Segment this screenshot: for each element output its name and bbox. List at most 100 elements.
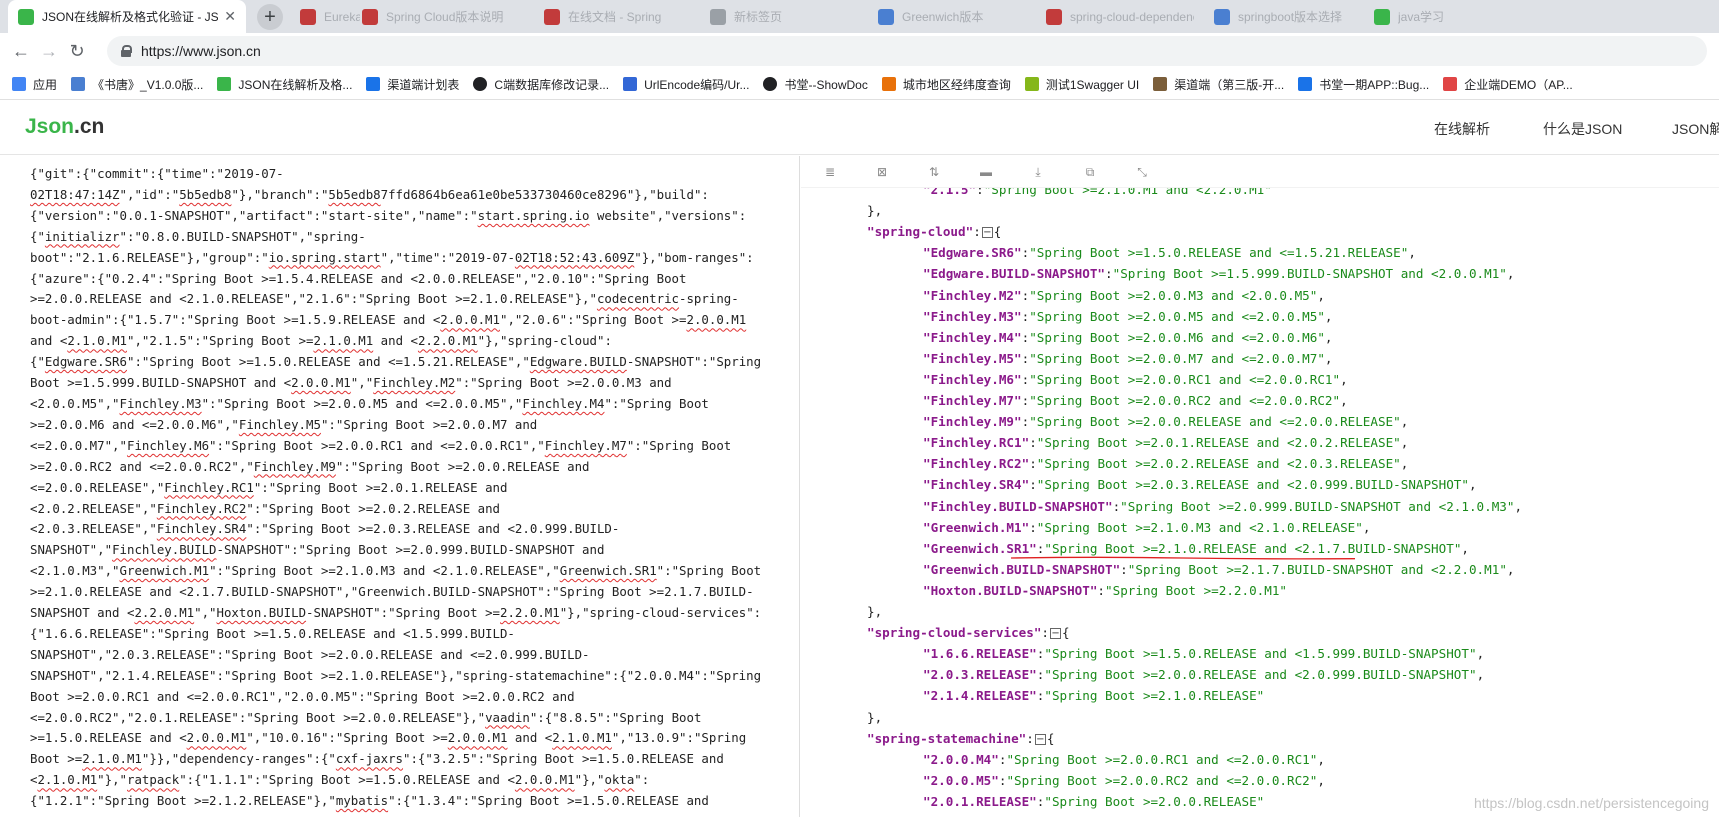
browser-tab[interactable]: 新标签页 <box>700 0 870 33</box>
formatted-line: "Greenwich.M1":"Spring Boot >=2.1.0.M3 a… <box>923 517 1370 538</box>
json-string: " <box>1468 646 1477 662</box>
site-logo[interactable]: Json.cn <box>25 115 104 139</box>
bookmark-item[interactable]: 应用 <box>12 76 57 93</box>
bookmark-item[interactable]: 城市地区经纬度查询 <box>881 76 1011 93</box>
bookmark-item[interactable]: 书堂一期APP::Bug... <box>1298 76 1429 93</box>
tab-title: Greenwich版本 <box>902 10 984 24</box>
comma: , <box>1317 751 1325 767</box>
json-key: " <box>923 561 931 577</box>
new-tab-button[interactable]: + <box>257 4 283 30</box>
raw-json-line: Boot >=2.1.0.M1"}},"dependency-ranges":{… <box>30 751 724 767</box>
browser-tab[interactable]: Greenwich版本 <box>868 0 1038 33</box>
copy-icon[interactable]: ⧉ <box>1083 165 1097 179</box>
json-string: " <box>1029 245 1037 261</box>
open-brace: { <box>993 224 1002 240</box>
raw-json-text[interactable]: {"git":{"commit":{"time":"2019-07- 02T18:… <box>30 164 790 812</box>
download-icon[interactable]: ⤓ <box>1031 165 1045 179</box>
bookmark-item[interactable]: 测试1Swagger UI <box>1024 76 1140 93</box>
database-icon[interactable]: ≣ <box>823 165 837 179</box>
compress-icon[interactable]: ⤡ <box>1135 165 1149 179</box>
comma: , <box>1324 350 1333 366</box>
browser-tab[interactable]: java学习 <box>1364 0 1514 33</box>
nav-online-parse[interactable]: 在线解析 <box>1434 119 1490 139</box>
json-string: " <box>1029 287 1037 303</box>
json-string: " <box>1332 371 1341 387</box>
bookmark-label: 渠道端计划表 <box>387 77 460 92</box>
colon: : <box>1026 730 1034 746</box>
tab-favicon-icon <box>544 8 560 25</box>
json-key: " <box>991 751 999 767</box>
raw-json-line: {"azure":{"0.2.4":"Spring Boot >=1.5.4.R… <box>30 270 687 286</box>
json-key: Finchley.RC1 <box>930 435 1022 451</box>
raw-json-line: >=2.0.0.RC2 and <=2.0.0.RC2","Finchley.M… <box>30 458 590 474</box>
close-brace: }, <box>867 203 883 219</box>
json-key: 2.0.1.RELEASE <box>930 793 1030 809</box>
bookmark-item[interactable]: 渠道端（第三版-开... <box>1153 76 1284 93</box>
raw-json-line: {"1.6.6.RELEASE":"Spring Boot >=1.5.0.RE… <box>30 625 515 641</box>
image-icon <box>1153 77 1168 91</box>
raw-json-line: {"version":"0.0.1-SNAPSHOT","artifact":"… <box>30 207 747 223</box>
json-value: Spring Boot >=2.0.0.M7 and <=2.0.0.M7 <box>1036 350 1318 366</box>
nav-json-more[interactable]: JSON解 <box>1672 119 1719 139</box>
raw-json-line: >=2.0.0.M6 and <=2.0.0.M6","Finchley.M5"… <box>30 416 538 432</box>
logo-main: Json <box>25 115 75 138</box>
sort-icon[interactable]: ⇅ <box>927 165 941 179</box>
excel-icon[interactable]: ⊠ <box>875 165 889 179</box>
formatted-line: "1.6.6.RELEASE":"Spring Boot >=1.5.0.REL… <box>923 643 1484 664</box>
json-key: " <box>923 540 931 556</box>
json-string: " <box>1120 498 1128 514</box>
collapse-toggle-icon[interactable]: − <box>1050 628 1062 640</box>
bookmark-item[interactable]: 书堂--ShowDoc <box>763 76 868 93</box>
tab-title: spring-cloud-dependencies <box>1070 9 1194 24</box>
json-string: " <box>1317 350 1325 366</box>
formatted-line: "Finchley.BUILD-SNAPSHOT":"Spring Boot >… <box>923 496 1522 517</box>
raw-json-editor[interactable]: {"git":{"commit":{"time":"2019-07- 02T18:… <box>0 156 800 817</box>
tab-close-icon[interactable]: ✕ <box>218 8 236 25</box>
bookmark-item[interactable]: JSON在线解析及格... <box>217 76 352 93</box>
raw-json-line: >=2.0.0.RELEASE and <2.1.0.RELEASE","2.1… <box>30 291 739 307</box>
browser-tab[interactable]: Spring Cloud版本说明 <box>352 0 542 33</box>
raw-json-line: SNAPSHOT","2.1.4.RELEASE":"Spring Boot >… <box>30 667 762 683</box>
formatted-line: "spring-statemachine": −{ <box>867 728 1054 749</box>
bookmark-item[interactable]: 《书唐》_V1.0.0版... <box>71 76 203 93</box>
nav-what-is-json[interactable]: 什么是JSON <box>1543 119 1622 139</box>
address-bar[interactable]: https://www.json.cn <box>107 36 1707 66</box>
browser-tab[interactable]: springboot版本选择 <box>1204 0 1364 33</box>
raw-json-line: <2.0.2.RELEASE","Finchley.RC2":"Spring B… <box>30 500 500 516</box>
raw-json-line: <=2.0.0.RC2","2.0.1.RELEASE":"Spring Boo… <box>30 709 702 725</box>
json-value: Spring Boot >=2.0.0.RC1 and <=2.0.0.RC1 <box>1036 371 1333 387</box>
json-key: " <box>923 498 931 514</box>
raw-json-line: Boot >=2.0.0.RC1 and <=2.0.0.RC1","2.0.0… <box>30 688 575 704</box>
json-key: Finchley.RC2 <box>930 456 1022 472</box>
json-value: Spring Boot >=2.0.3.RELEASE and <2.0.999… <box>1044 477 1462 493</box>
bookmark-label: 测试1Swagger UI <box>1045 77 1140 92</box>
bookmark-label: UrlEncode编码/Ur... <box>644 77 750 92</box>
browser-tab[interactable]: JSON在线解析及格式化验证 - JS ✕ <box>8 0 246 33</box>
collapse-toggle-icon[interactable]: − <box>1034 733 1046 745</box>
bookmark-item[interactable]: UrlEncode编码/Ur... <box>623 76 749 93</box>
reload-icon[interactable]: ↻ <box>66 40 88 62</box>
trash-icon[interactable]: ▬ <box>979 165 993 179</box>
bookmark-item[interactable]: 渠道端计划表 <box>366 76 459 93</box>
json-value: Spring Boot >=2.0.0.RC2 and <=2.0.0.RC2 <box>1036 393 1333 408</box>
json-key: " <box>1029 688 1037 704</box>
json-key: " <box>923 688 931 704</box>
colon: : <box>1029 519 1037 535</box>
collapse-toggle-icon[interactable]: − <box>981 227 993 239</box>
back-icon[interactable]: ← <box>10 40 32 62</box>
formatted-line: }, <box>867 601 882 622</box>
browser-tab[interactable]: spring-cloud-dependencies <box>1036 0 1204 33</box>
raw-json-line: SNAPSHOT","2.0.3.RELEASE":"Spring Boot >… <box>30 646 590 662</box>
json-string: " <box>1044 793 1052 809</box>
json-string: " <box>1393 435 1401 451</box>
bookmark-item[interactable]: 企业端DEMO（AP... <box>1443 76 1573 93</box>
formatted-line: "2.0.0.M4":"Spring Boot >=2.0.0.RC1 and … <box>923 749 1325 770</box>
json-key: " <box>923 371 931 387</box>
bookmark-item[interactable]: C端数据库修改记录... <box>473 76 609 93</box>
raw-json-line: <2.0.3.RELEASE","Finchley.SR4":"Spring B… <box>30 521 620 537</box>
forward-icon[interactable]: → <box>38 40 60 62</box>
browser-tab[interactable]: 在线文档 - Spring <box>534 0 696 33</box>
comma: , <box>1408 245 1416 261</box>
json-icon <box>217 77 232 91</box>
formatted-line: "Finchley.RC2":"Spring Boot >=2.0.2.RELE… <box>923 453 1408 474</box>
